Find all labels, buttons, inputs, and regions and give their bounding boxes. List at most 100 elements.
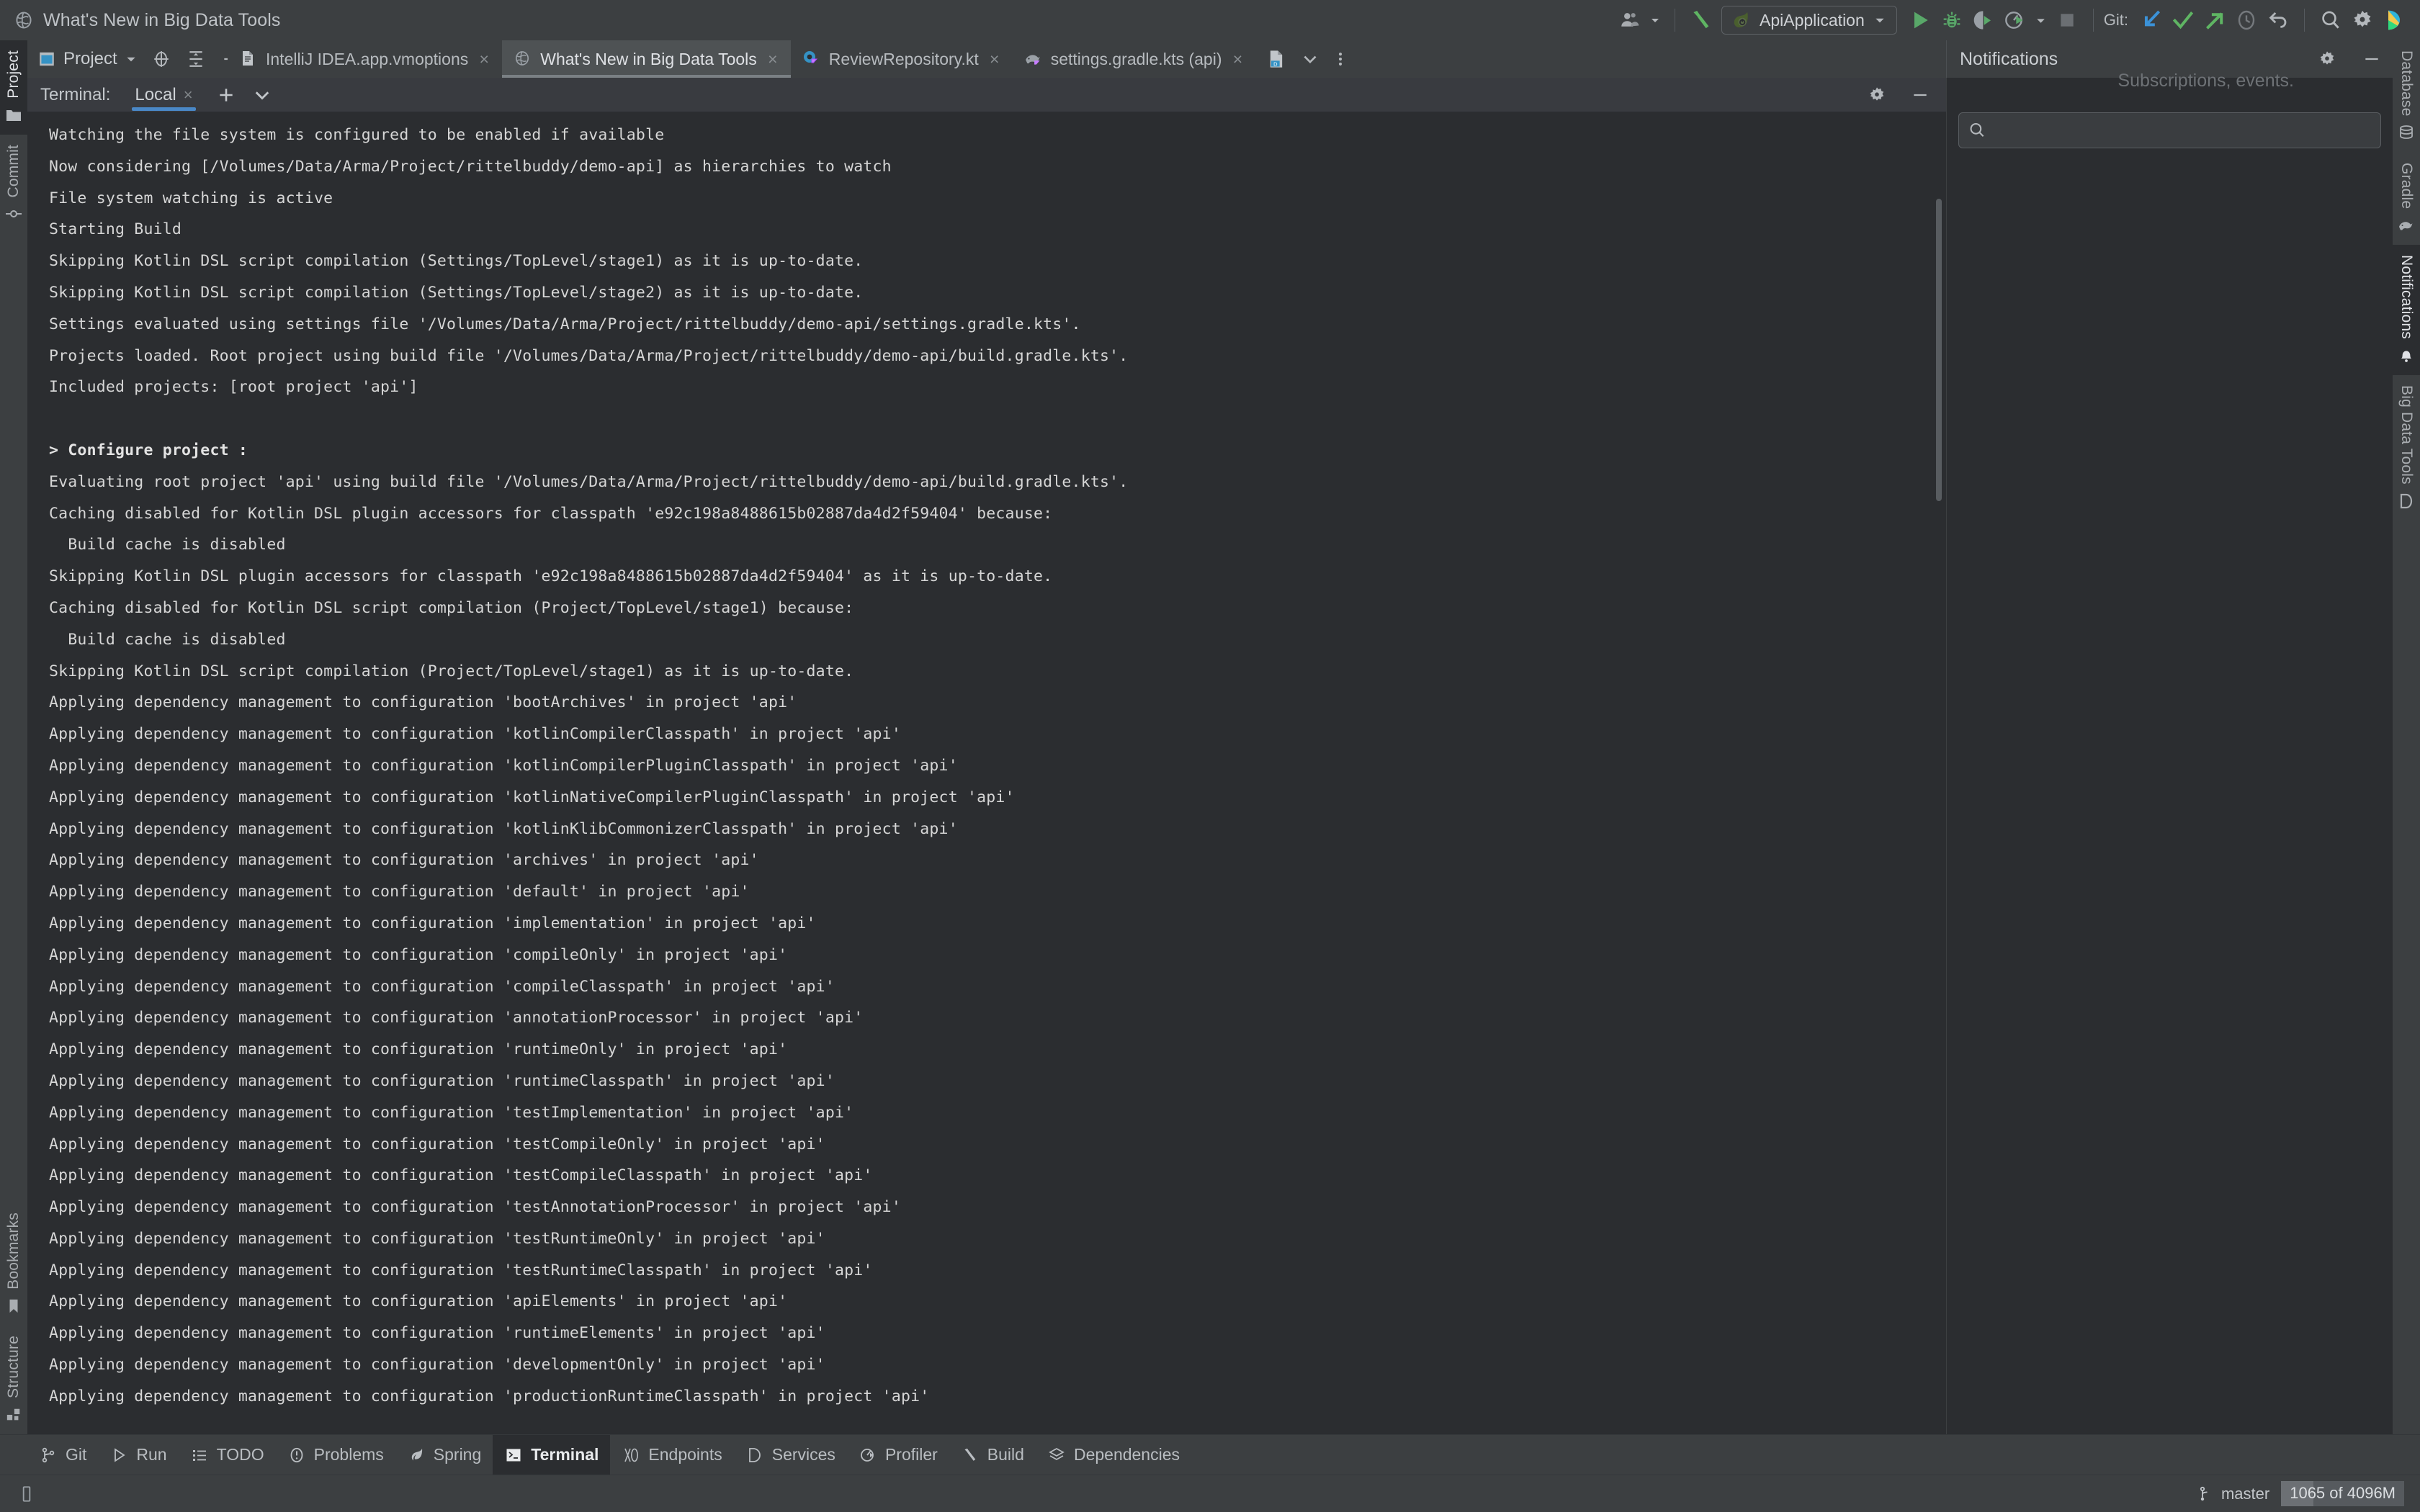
- sidebar-item-commit-label: Commit: [5, 144, 22, 198]
- tool-button-dependencies[interactable]: Dependencies: [1036, 1435, 1191, 1475]
- todo-list-icon: [190, 1446, 209, 1464]
- tool-button-services[interactable]: Services: [734, 1435, 847, 1475]
- tool-button-spring-label: Spring: [433, 1445, 482, 1464]
- run-with-coverage-button[interactable]: [1968, 4, 1999, 36]
- editor-tab-review-repository[interactable]: ReviewRepository.kt ×: [791, 40, 1013, 78]
- hide-terminal-minimize-icon[interactable]: [1906, 81, 1935, 109]
- status-bar: master 1065 of 4096M: [0, 1475, 2420, 1512]
- window-title: What's New in Big Data Tools: [43, 9, 281, 30]
- sidebar-item-gradle[interactable]: Gradle: [2393, 153, 2420, 245]
- gear-icon[interactable]: [2347, 4, 2378, 36]
- file-text-icon: [239, 50, 258, 68]
- svg-text:D: D: [1273, 61, 1278, 68]
- sidebar-item-commit[interactable]: Commit: [0, 135, 27, 234]
- toolbar-divider-2: [2092, 9, 2094, 32]
- tool-button-build-label: Build: [987, 1445, 1024, 1464]
- gradle-elephant-icon: [2397, 216, 2416, 235]
- right-tool-rail: Database Gradle Notifications Big Data T…: [2393, 40, 2420, 1434]
- profile-chevron-down-icon[interactable]: [2031, 4, 2051, 36]
- status-branch-label: master: [2220, 1484, 2270, 1503]
- search-icon: [1968, 121, 1986, 140]
- sidebar-item-bookmarks-label: Bookmarks: [5, 1212, 22, 1290]
- tool-button-build[interactable]: Build: [949, 1435, 1036, 1475]
- terminal-settings-gear-icon[interactable]: [1863, 81, 1891, 109]
- tool-button-services-label: Services: [771, 1445, 835, 1464]
- run-configuration-selector[interactable]: ApiApplication: [1721, 6, 1897, 35]
- tool-button-todo[interactable]: TODO: [179, 1435, 276, 1475]
- tool-button-spring[interactable]: Spring: [395, 1435, 493, 1475]
- terminal-output-area[interactable]: Watching the file system is configured t…: [27, 112, 1946, 1434]
- editor-tab-whats-new[interactable]: What's New in Big Data Tools ×: [502, 40, 791, 78]
- terminal-label: Terminal:: [40, 84, 111, 104]
- run-button[interactable]: [1904, 4, 1936, 36]
- memory-indicator[interactable]: 1065 of 4096M: [2281, 1481, 2404, 1506]
- tool-button-terminal[interactable]: Terminal: [493, 1435, 611, 1475]
- close-icon[interactable]: ×: [765, 50, 781, 69]
- select-opened-file-button[interactable]: [152, 50, 171, 68]
- window-body: Project Commit Bookmarks Structure Proje…: [0, 40, 2420, 1434]
- sidebar-item-structure-label: Structure: [5, 1336, 22, 1398]
- close-icon[interactable]: ×: [987, 50, 1003, 69]
- tool-button-profiler[interactable]: Profiler: [847, 1435, 949, 1475]
- expand-all-button[interactable]: [187, 50, 205, 68]
- stop-button[interactable]: [2051, 4, 2083, 36]
- terminal-header: Terminal: Local ×: [27, 78, 1946, 112]
- profile-button[interactable]: [1999, 4, 2031, 36]
- account-chevron-down-icon[interactable]: [1646, 4, 1664, 36]
- status-branch[interactable]: master: [2197, 1485, 2269, 1503]
- tool-button-problems[interactable]: Problems: [276, 1435, 395, 1475]
- tool-button-problems-label: Problems: [313, 1445, 384, 1464]
- diff-file-icon[interactable]: D: [1266, 49, 1286, 69]
- close-icon[interactable]: ×: [184, 86, 193, 104]
- editor-tab-vmoptions[interactable]: IntelliJ IDEA.app.vmoptions ×: [228, 40, 502, 78]
- tool-button-git[interactable]: Git: [27, 1435, 98, 1475]
- new-terminal-tab-plus-icon[interactable]: [212, 81, 241, 109]
- editor-tab-strip: IntelliJ IDEA.app.vmoptions × What's New…: [228, 40, 1946, 78]
- tool-button-endpoints[interactable]: Endpoints: [610, 1435, 733, 1475]
- sidebar-item-project[interactable]: Project: [0, 40, 27, 135]
- endpoints-icon: [622, 1446, 640, 1464]
- sidebar-item-database-label: Database: [2398, 50, 2415, 117]
- intellij-idea-icon[interactable]: [2378, 4, 2410, 36]
- close-icon[interactable]: ×: [476, 50, 492, 69]
- terminal-scrollbar-thumb[interactable]: [1936, 199, 1942, 501]
- search-icon[interactable]: [2315, 4, 2347, 36]
- terminal-tab-local[interactable]: Local ×: [129, 78, 198, 112]
- notifications-gear-icon[interactable]: [2318, 50, 2336, 68]
- push-arrow-icon[interactable]: [2199, 4, 2231, 36]
- tool-button-run[interactable]: Run: [98, 1435, 178, 1475]
- sidebar-item-bookmarks[interactable]: Bookmarks: [0, 1202, 27, 1326]
- rollback-icon[interactable]: [2262, 4, 2294, 36]
- hammer-icon: [961, 1446, 980, 1464]
- profiler-icon: [859, 1446, 877, 1464]
- hammer-icon[interactable]: [1685, 4, 1717, 36]
- editor-tab-settings-gradle[interactable]: settings.gradle.kts (api) ×: [1013, 40, 1256, 78]
- more-vertical-icon[interactable]: [1332, 51, 1348, 67]
- globe-icon: [514, 50, 532, 68]
- sidebar-item-structure[interactable]: Structure: [0, 1326, 27, 1434]
- globe-icon: [13, 9, 35, 31]
- notifications-search-input[interactable]: [1994, 121, 2372, 140]
- debug-button[interactable]: [1936, 4, 1968, 36]
- sidebar-item-database[interactable]: Database: [2393, 40, 2420, 153]
- hide-notifications-minimize-icon[interactable]: [2362, 50, 2381, 68]
- sidebar-item-big-data-tools-label: Big Data Tools: [2398, 384, 2415, 485]
- history-clock-icon[interactable]: [2231, 4, 2262, 36]
- problems-icon: [287, 1446, 306, 1464]
- close-icon[interactable]: ×: [1230, 50, 1246, 69]
- notifications-title: Notifications: [1960, 48, 2058, 69]
- tab-list-chevron-down-icon[interactable]: [1302, 51, 1318, 67]
- user-account-icon[interactable]: [1614, 4, 1646, 36]
- big-data-tools-icon: [2397, 492, 2416, 510]
- notifications-panel: Subscriptions, events.: [1946, 71, 2393, 1434]
- sidebar-item-big-data-tools[interactable]: Big Data Tools: [2393, 375, 2420, 521]
- project-chevron-down-icon[interactable]: [125, 53, 138, 66]
- database-icon: [2397, 124, 2416, 143]
- terminal-tab-list-chevron-down-icon[interactable]: [248, 81, 277, 109]
- sidebar-item-notifications[interactable]: Notifications: [2393, 244, 2420, 375]
- commit-checkmark-icon[interactable]: [2167, 4, 2199, 36]
- notifications-search-box[interactable]: [1958, 112, 2381, 148]
- tool-button-terminal-label: Terminal: [531, 1445, 599, 1464]
- run-config-chevron-down-icon: [1873, 14, 1886, 27]
- update-project-icon[interactable]: [2136, 4, 2167, 36]
